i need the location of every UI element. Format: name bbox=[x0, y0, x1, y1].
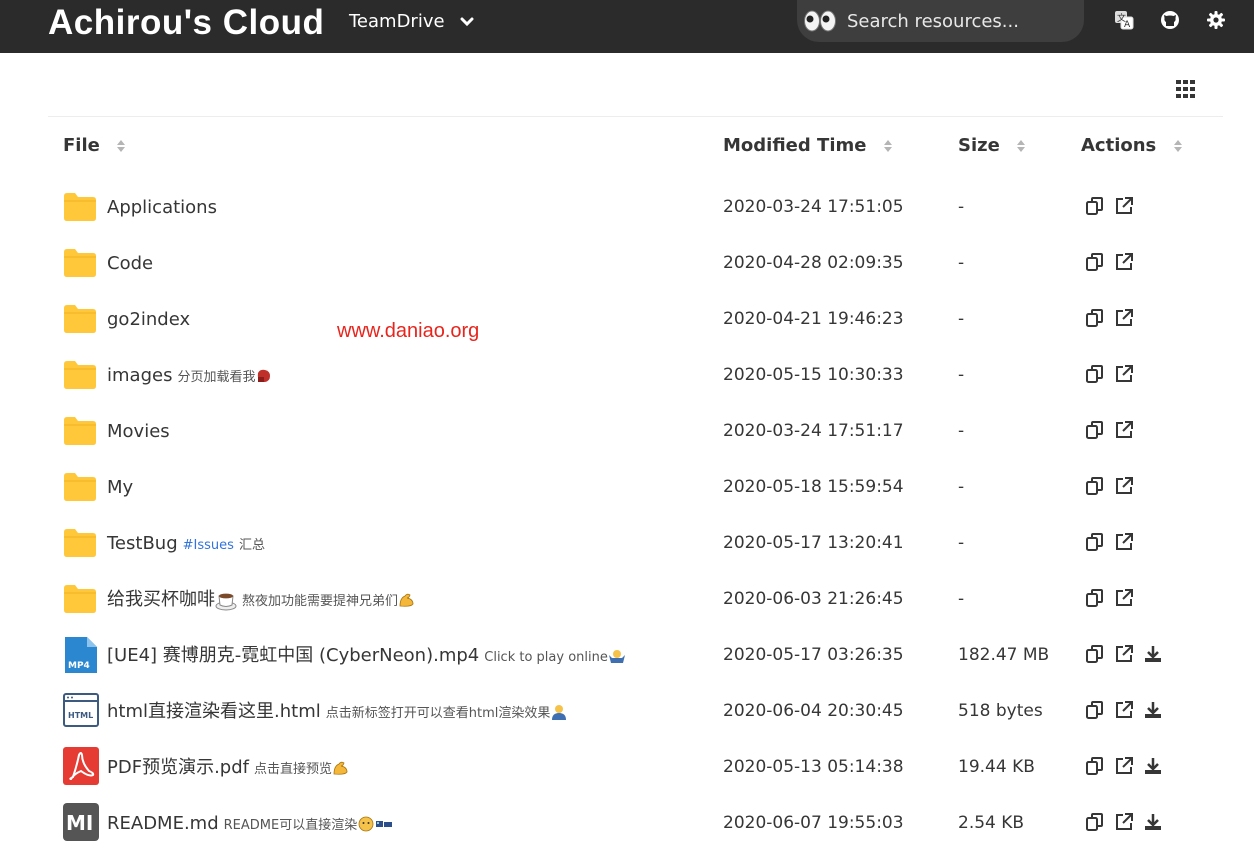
file-row[interactable]: TestBug #Issues 汇总 2020-05-17 13:20:41- bbox=[48, 523, 1223, 579]
row-actions bbox=[48, 308, 1223, 328]
drive-selector[interactable]: TeamDrive bbox=[349, 11, 474, 33]
open-in-new-tab-icon[interactable] bbox=[1114, 476, 1134, 496]
chevron-down-icon bbox=[460, 17, 474, 27]
search-input[interactable] bbox=[845, 9, 1079, 33]
open-in-new-tab-icon[interactable] bbox=[1114, 756, 1134, 776]
top-navbar: Achirou's Cloud TeamDrive 文 A bbox=[0, 0, 1254, 53]
open-in-new-tab-icon[interactable] bbox=[1114, 812, 1134, 832]
sort-icon bbox=[1017, 140, 1026, 152]
open-in-new-tab-icon[interactable] bbox=[1114, 308, 1134, 328]
column-header-label: Actions bbox=[1081, 135, 1157, 156]
copy-link-icon[interactable] bbox=[1085, 420, 1105, 440]
open-in-new-tab-icon[interactable] bbox=[1114, 644, 1134, 664]
file-row[interactable]: PDF预览演示.pdf 点击直接预览 2020-05-13 05:14:38 19.4… bbox=[48, 747, 1223, 803]
eyes-icon bbox=[804, 10, 836, 32]
gear-icon[interactable] bbox=[1206, 10, 1226, 30]
copy-link-icon[interactable] bbox=[1085, 532, 1105, 552]
file-row[interactable]: Applications 2020-03-24 17:51:05- bbox=[48, 187, 1223, 243]
open-in-new-tab-icon[interactable] bbox=[1114, 252, 1134, 272]
svg-text:A: A bbox=[1124, 20, 1131, 30]
row-actions bbox=[48, 196, 1223, 216]
copy-link-icon[interactable] bbox=[1085, 476, 1105, 496]
copy-link-icon[interactable] bbox=[1085, 812, 1105, 832]
open-in-new-tab-icon[interactable] bbox=[1114, 420, 1134, 440]
copy-link-icon[interactable] bbox=[1085, 588, 1105, 608]
copy-link-icon[interactable] bbox=[1085, 252, 1105, 272]
row-actions bbox=[48, 476, 1223, 496]
download-icon[interactable] bbox=[1143, 756, 1163, 776]
file-row[interactable]: 给我买杯咖啡 熬夜加功能需要提神兄弟们 2020-06-03 21:26:45- bbox=[48, 579, 1223, 635]
file-row[interactable]: MP4 [UE4] 赛博朋克-霓虹中国 (CyberNeon).mp4 Click … bbox=[48, 635, 1223, 691]
open-in-new-tab-icon[interactable] bbox=[1114, 588, 1134, 608]
open-in-new-tab-icon[interactable] bbox=[1114, 364, 1134, 384]
search-bar[interactable] bbox=[797, 0, 1084, 42]
column-header-label: File bbox=[63, 135, 100, 156]
column-header-modified[interactable]: Modified Time bbox=[723, 135, 893, 157]
column-header-label: Size bbox=[958, 135, 1000, 156]
row-actions bbox=[48, 812, 1223, 832]
site-title[interactable]: Achirou's Cloud bbox=[48, 2, 324, 44]
row-actions bbox=[48, 252, 1223, 272]
download-icon[interactable] bbox=[1143, 644, 1163, 664]
copy-link-icon[interactable] bbox=[1085, 756, 1105, 776]
copy-link-icon[interactable] bbox=[1085, 308, 1105, 328]
translate-icon[interactable]: 文 A bbox=[1114, 10, 1134, 30]
sort-icon bbox=[1173, 140, 1182, 152]
open-in-new-tab-icon[interactable] bbox=[1114, 196, 1134, 216]
column-header-actions[interactable]: Actions bbox=[1081, 135, 1183, 157]
row-actions bbox=[48, 588, 1223, 608]
copy-link-icon[interactable] bbox=[1085, 700, 1105, 720]
file-row[interactable]: Movies 2020-03-24 17:51:17- bbox=[48, 411, 1223, 467]
file-row[interactable]: images 分页加载看我 2020-05-15 10:30:33- bbox=[48, 355, 1223, 411]
file-row[interactable]: Code 2020-04-28 02:09:35- bbox=[48, 243, 1223, 299]
grid-view-icon[interactable] bbox=[1176, 80, 1196, 98]
column-header-size[interactable]: Size bbox=[958, 135, 1026, 157]
copy-link-icon[interactable] bbox=[1085, 644, 1105, 664]
file-row[interactable]: go2index 2020-04-21 19:46:23- bbox=[48, 299, 1223, 355]
github-icon[interactable] bbox=[1160, 10, 1180, 30]
open-in-new-tab-icon[interactable] bbox=[1114, 700, 1134, 720]
sort-icon bbox=[883, 140, 892, 152]
row-actions bbox=[48, 364, 1223, 384]
watermark: www.daniao.org bbox=[337, 320, 480, 342]
column-header-label: Modified Time bbox=[723, 135, 867, 156]
row-actions bbox=[48, 420, 1223, 440]
row-actions bbox=[48, 532, 1223, 552]
copy-link-icon[interactable] bbox=[1085, 196, 1105, 216]
file-row[interactable]: HTML html直接渲染看这里.html 点击新标签打开可以查看html渲染效果 2… bbox=[48, 691, 1223, 747]
row-actions bbox=[48, 756, 1223, 776]
row-actions bbox=[48, 644, 1223, 664]
column-header-file[interactable]: File bbox=[63, 135, 126, 157]
divider bbox=[48, 116, 1223, 117]
download-icon[interactable] bbox=[1143, 700, 1163, 720]
file-row[interactable]: My 2020-05-18 15:59:54- bbox=[48, 467, 1223, 523]
row-actions bbox=[48, 700, 1223, 720]
file-row[interactable]: MI README.md README可以直接渲染 2020-06-07 19:55:… bbox=[48, 803, 1223, 859]
open-in-new-tab-icon[interactable] bbox=[1114, 532, 1134, 552]
copy-link-icon[interactable] bbox=[1085, 364, 1105, 384]
drive-name: TeamDrive bbox=[349, 11, 445, 32]
download-icon[interactable] bbox=[1143, 812, 1163, 832]
sort-icon bbox=[117, 140, 126, 152]
